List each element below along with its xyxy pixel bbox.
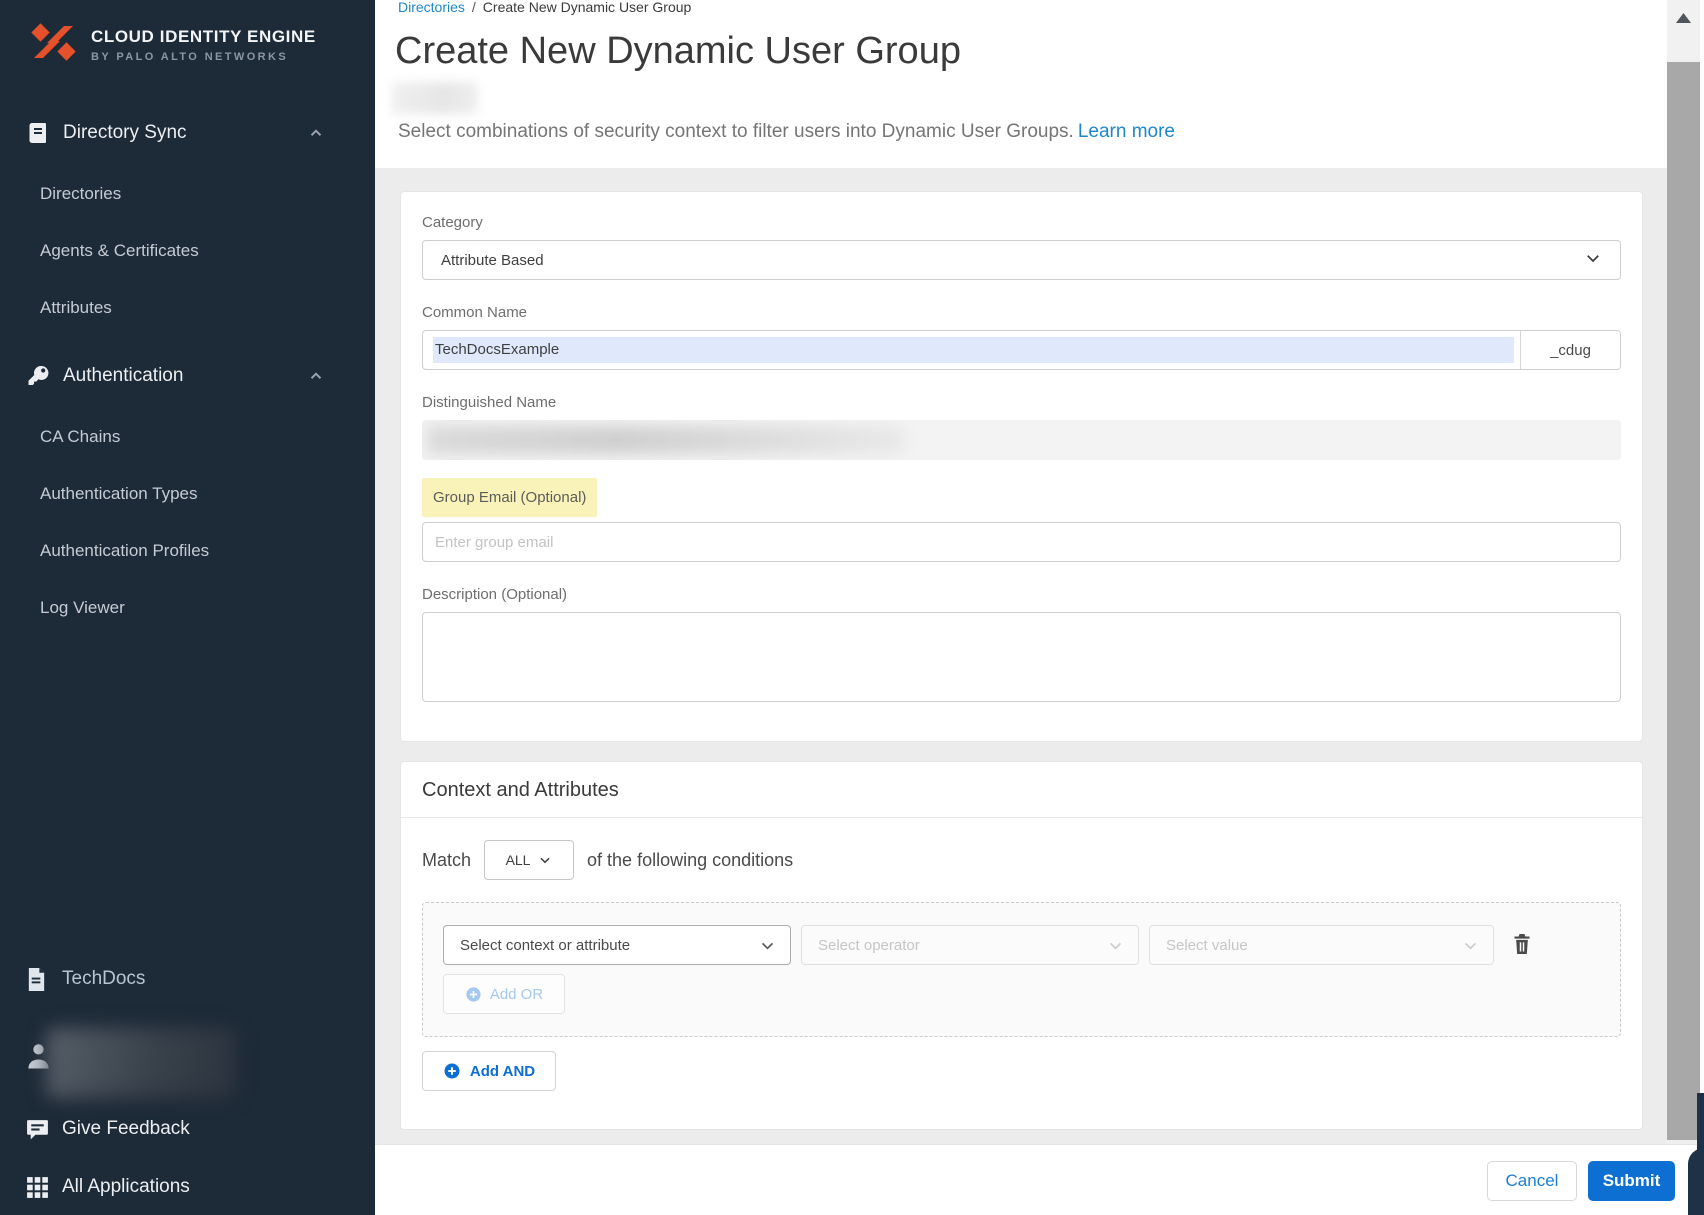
apps-grid-icon <box>25 1175 50 1200</box>
feedback-chat-icon <box>25 1117 50 1142</box>
sidebar-item-techdocs[interactable]: TechDocs <box>0 964 375 994</box>
operator-select[interactable]: Select operator <box>801 925 1139 965</box>
distinguished-name-redacted <box>427 426 905 454</box>
condition-group: Select context or attribute Select opera… <box>422 902 1621 1037</box>
sidebar-section-label: Authentication <box>63 365 183 387</box>
page-title: Create New Dynamic User Group <box>395 30 961 73</box>
plus-circle-icon <box>443 1062 461 1080</box>
breadcrumb-current: Create New Dynamic User Group <box>483 0 692 15</box>
user-name-redacted[interactable] <box>46 1028 236 1098</box>
sidebar-item-agents-certificates[interactable]: Agents & Certificates <box>40 241 199 261</box>
context-attributes-card: Context and Attributes Match ALL of the … <box>400 761 1643 1130</box>
sidebar-item-directories[interactable]: Directories <box>40 184 121 204</box>
common-name-input[interactable]: TechDocsExample _cdug <box>422 330 1621 370</box>
context-attributes-title: Context and Attributes <box>401 762 1642 818</box>
match-row: Match ALL of the following conditions <box>422 840 1621 880</box>
page-subtitle-text: Select combinations of security context … <box>398 121 1074 142</box>
add-and-label: Add AND <box>470 1063 535 1080</box>
cancel-button[interactable]: Cancel <box>1487 1161 1577 1201</box>
brand-byline: BY PALO ALTO NETWORKS <box>91 51 316 63</box>
screen-edge-sliver <box>1700 0 1704 1215</box>
plus-circle-icon <box>465 986 482 1003</box>
breadcrumb-directories-link[interactable]: Directories <box>398 0 465 15</box>
add-or-button[interactable]: Add OR <box>443 974 565 1014</box>
description-label: Description (Optional) <box>422 586 1621 603</box>
sidebar-section-label: Directory Sync <box>63 122 187 144</box>
submit-button[interactable]: Submit <box>1588 1161 1675 1201</box>
sidebar-item-log-viewer[interactable]: Log Viewer <box>40 598 125 618</box>
context-attribute-placeholder: Select context or attribute <box>460 937 759 954</box>
chevron-down-icon <box>1107 937 1124 954</box>
background-window-corner <box>1688 1148 1704 1215</box>
chevron-down-icon <box>1584 249 1602 272</box>
match-prefix: Match <box>422 850 471 871</box>
sidebar-item-authentication-profiles[interactable]: Authentication Profiles <box>40 541 209 561</box>
common-name-suffix: _cdug <box>1520 331 1620 369</box>
app-root: CLOUD IDENTITY ENGINE BY PALO ALTO NETWO… <box>0 0 1704 1215</box>
value-placeholder: Select value <box>1166 937 1462 954</box>
scroll-up-arrow-icon <box>1675 12 1692 24</box>
brand-title: CLOUD IDENTITY ENGINE <box>91 27 316 47</box>
brand-logo-icon <box>30 22 77 67</box>
distinguished-name-field <box>422 420 1621 460</box>
match-suffix: of the following conditions <box>587 850 793 871</box>
chevron-up-icon <box>307 367 325 385</box>
background-window-edge <box>1697 1093 1704 1155</box>
sidebar-item-attributes[interactable]: Attributes <box>40 298 112 318</box>
context-attribute-select[interactable]: Select context or attribute <box>443 925 791 965</box>
sidebar-item-give-feedback[interactable]: Give Feedback <box>0 1114 375 1144</box>
sidebar-section-directory-sync[interactable]: Directory Sync <box>0 118 375 148</box>
sidebar-item-label: Give Feedback <box>62 1118 190 1140</box>
page-subtitle: Select combinations of security context … <box>398 121 1175 143</box>
match-value: ALL <box>506 852 531 868</box>
scrollbar-up-button[interactable] <box>1667 0 1700 60</box>
distinguished-name-label: Distinguished Name <box>422 394 1621 411</box>
add-and-button[interactable]: Add AND <box>422 1051 556 1091</box>
sidebar-item-label: TechDocs <box>62 968 145 990</box>
sidebar: CLOUD IDENTITY ENGINE BY PALO ALTO NETWO… <box>0 0 375 1215</box>
sidebar-item-authentication-types[interactable]: Authentication Types <box>40 484 198 504</box>
sidebar-item-ca-chains[interactable]: CA Chains <box>40 427 120 447</box>
category-value: Attribute Based <box>441 252 1584 269</box>
chevron-down-icon <box>759 937 776 954</box>
trash-icon <box>1512 933 1532 955</box>
sidebar-item-label: All Applications <box>62 1176 190 1198</box>
scrollbar-thumb[interactable] <box>1667 62 1700 1140</box>
breadcrumb: Directories / Create New Dynamic User Grou… <box>398 0 691 15</box>
book-icon <box>26 121 50 145</box>
breadcrumb-separator: / <box>472 0 476 15</box>
group-details-card: Category Attribute Based Common Name Tec… <box>400 191 1643 742</box>
category-label: Category <box>422 214 1621 231</box>
key-icon <box>26 364 50 388</box>
value-select[interactable]: Select value <box>1149 925 1494 965</box>
chevron-down-icon <box>538 853 552 867</box>
document-icon <box>25 967 50 992</box>
delete-condition-button[interactable] <box>1511 933 1533 957</box>
sidebar-item-all-applications[interactable]: All Applications <box>0 1172 375 1202</box>
chevron-down-icon <box>1462 937 1479 954</box>
description-textarea[interactable] <box>422 612 1621 702</box>
group-email-input[interactable] <box>422 522 1621 562</box>
sidebar-section-authentication[interactable]: Authentication <box>0 361 375 391</box>
category-select[interactable]: Attribute Based <box>422 240 1621 280</box>
add-or-label: Add OR <box>490 986 543 1003</box>
operator-placeholder: Select operator <box>818 937 1107 954</box>
group-email-label-highlighted: Group Email (Optional) <box>422 478 597 517</box>
match-select[interactable]: ALL <box>484 840 574 880</box>
common-name-value-selected: TechDocsExample <box>433 337 1514 363</box>
chevron-up-icon <box>307 124 325 142</box>
learn-more-link[interactable]: Learn more <box>1078 121 1175 142</box>
redacted-tenant-name <box>391 82 478 114</box>
common-name-label: Common Name <box>422 304 1621 321</box>
brand-logo: CLOUD IDENTITY ENGINE BY PALO ALTO NETWO… <box>30 22 316 67</box>
